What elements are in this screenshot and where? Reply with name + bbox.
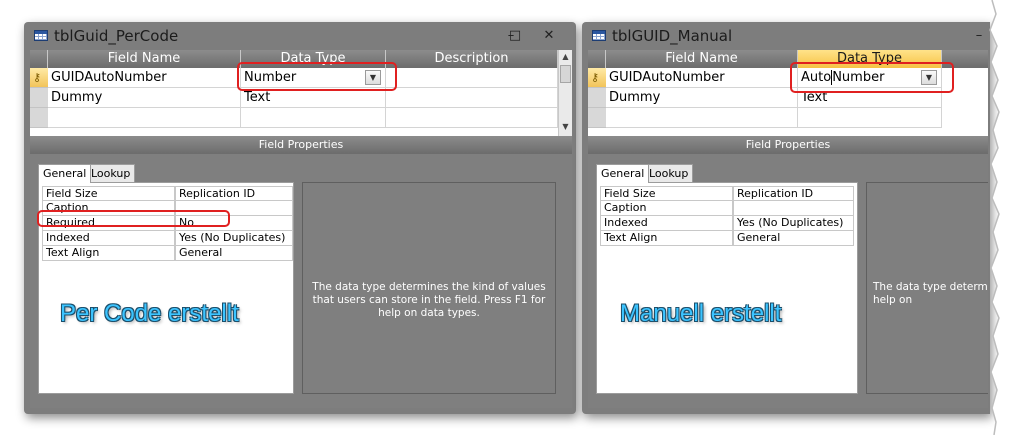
window-title: tblGUID_Manual xyxy=(612,27,733,45)
field-name-cell[interactable]: Dummy xyxy=(606,88,798,108)
field-properties-area: General Lookup Field Size Replication ID… xyxy=(30,154,572,408)
highlight-number-type xyxy=(237,62,397,91)
field-name-cell[interactable]: GUIDAutoNumber xyxy=(606,68,798,88)
design-pane: Field Name Data Type ⚷ GUIDAutoNumber Au… xyxy=(588,50,988,408)
close-button[interactable]: ✕ xyxy=(540,27,558,45)
property-value[interactable]: Yes (No Duplicates) xyxy=(733,216,854,231)
property-value[interactable]: Replication ID xyxy=(175,186,293,201)
row-selector[interactable] xyxy=(30,88,48,108)
description-cell[interactable] xyxy=(386,108,558,128)
vertical-scrollbar[interactable]: ▲ ▼ xyxy=(558,50,572,136)
table-row[interactable] xyxy=(588,108,988,128)
description-cell[interactable] xyxy=(386,68,558,88)
table-row[interactable]: Dummy Text xyxy=(30,88,572,108)
header-selector xyxy=(588,50,606,68)
field-properties-area: General Lookup Field Size Replication ID… xyxy=(588,154,988,408)
titlebar[interactable]: tblGUID_Manual – xyxy=(582,22,990,50)
property-name: Indexed xyxy=(42,231,175,246)
field-properties-bar: Field Properties xyxy=(588,136,988,154)
property-sheet: Field Size Replication ID Caption Indexe… xyxy=(596,182,858,394)
field-name-cell[interactable]: GUIDAutoNumber xyxy=(48,68,241,88)
help-text: The data type determines the kind of val… xyxy=(312,281,546,319)
window-title: tblGuid_PerCode xyxy=(54,27,179,45)
highlight-autonumber-type xyxy=(790,62,954,93)
titlebar[interactable]: tblGuid_PerCode – □ ✕ xyxy=(24,22,576,50)
annotation-manual: Manuell erstellt xyxy=(620,300,782,327)
tab-general[interactable]: General xyxy=(38,164,92,183)
row-selector[interactable]: ⚷ xyxy=(588,68,606,88)
help-panel: The data type determines the kind of val… xyxy=(302,182,556,394)
table-icon xyxy=(592,30,606,41)
property-value[interactable]: General xyxy=(175,246,293,261)
key-icon: ⚷ xyxy=(591,71,600,84)
scroll-up-icon[interactable]: ▲ xyxy=(559,50,572,64)
table-row[interactable] xyxy=(30,108,572,128)
column-description[interactable]: Description xyxy=(386,50,558,68)
design-pane: Field Name Data Type Description ⚷ GUIDA… xyxy=(30,50,572,408)
key-icon: ⚷ xyxy=(33,71,42,84)
data-type-cell[interactable]: Text xyxy=(241,88,386,108)
property-name: Indexed xyxy=(600,216,733,231)
scroll-thumb[interactable] xyxy=(560,65,571,83)
column-field-name[interactable]: Field Name xyxy=(606,50,798,68)
property-name: Field Size xyxy=(42,186,175,201)
table-icon xyxy=(34,30,48,41)
field-name-cell[interactable]: Dummy xyxy=(48,88,241,108)
row-selector[interactable] xyxy=(588,88,606,108)
data-type-cell[interactable] xyxy=(798,108,942,128)
highlight-required xyxy=(37,210,230,227)
help-panel: The data type determin that users can st… xyxy=(866,182,988,394)
tab-general[interactable]: General xyxy=(596,164,650,183)
header-selector xyxy=(30,50,48,68)
property-value[interactable] xyxy=(733,201,854,216)
annotation-per-code: Per Code erstellt xyxy=(60,300,239,327)
property-value[interactable]: Yes (No Duplicates) xyxy=(175,231,293,246)
data-type-cell[interactable] xyxy=(241,108,386,128)
field-name-cell[interactable] xyxy=(606,108,798,128)
column-field-name[interactable]: Field Name xyxy=(48,50,241,68)
tab-lookup[interactable]: Lookup xyxy=(644,164,694,182)
row-selector[interactable] xyxy=(30,108,48,128)
row-selector[interactable] xyxy=(588,108,606,128)
property-name: Text Align xyxy=(42,246,175,261)
property-value[interactable]: General xyxy=(733,231,854,246)
property-name: Caption xyxy=(600,201,733,216)
property-name: Field Size xyxy=(600,186,733,201)
row-selector[interactable]: ⚷ xyxy=(30,68,48,88)
description-cell[interactable] xyxy=(386,88,558,108)
torn-edge xyxy=(989,0,1010,435)
field-properties-bar: Field Properties xyxy=(30,136,572,154)
field-name-cell[interactable] xyxy=(48,108,241,128)
help-text: The data type determin that users can st… xyxy=(873,281,988,306)
maximize-button[interactable]: □ xyxy=(506,27,524,45)
tab-lookup[interactable]: Lookup xyxy=(86,164,136,182)
property-value[interactable]: Replication ID xyxy=(733,186,854,201)
scroll-down-icon[interactable]: ▼ xyxy=(559,120,572,134)
property-name: Text Align xyxy=(600,231,733,246)
